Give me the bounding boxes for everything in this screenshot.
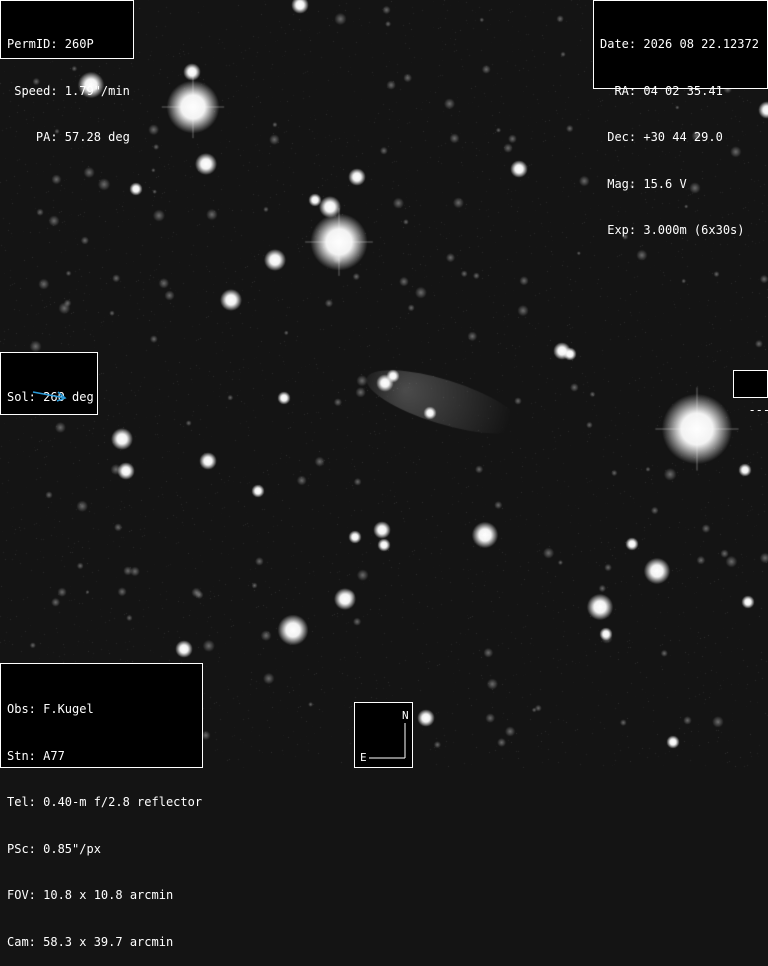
compass-north-label: N bbox=[402, 709, 409, 722]
compass-east-label: E bbox=[360, 751, 367, 764]
pixel-scale-text: PSc: 0.85"/px bbox=[7, 841, 101, 856]
position-angle-text: PA: 57.28 deg bbox=[7, 130, 130, 144]
arrow-right-icon bbox=[32, 391, 67, 402]
camera-field-text: Cam: 58.3 x 39.7 arcmin bbox=[7, 934, 174, 949]
field-of-view-text: FOV: 10.8 x 10.8 arcmin bbox=[7, 888, 174, 902]
magnitude-text: Mag: 15.6 V bbox=[600, 176, 687, 191]
side-marker-text: --- bbox=[748, 403, 768, 417]
telescope-text: Tel: 0.40-m f/2.8 reflector bbox=[7, 795, 203, 809]
ephemeris-panel: Date: 2026 08 22.12372 RA: 04 02 35.41 D… bbox=[593, 0, 768, 237]
observer-text: Obs: F.Kugel bbox=[7, 702, 94, 716]
date-text: Date: 2026 08 22.12372 bbox=[600, 37, 759, 51]
perm-id-text: PermID: 260P bbox=[7, 37, 94, 51]
dec-text: Dec: +30 44 29.0 bbox=[600, 130, 723, 144]
station-text: Stn: A77 bbox=[7, 748, 65, 763]
observatory-panel: Obs: F.Kugel Stn: A77 Tel: 0.40-m f/2.8 … bbox=[0, 663, 203, 949]
target-info-panel: PermID: 260P Speed: 1.79"/min PA: 57.28 … bbox=[0, 0, 134, 144]
speed-text: Speed: 1.79"/min bbox=[7, 83, 130, 98]
ra-text: RA: 04 02 35.41 bbox=[600, 83, 723, 98]
solar-direction-panel: Sol: 260 deg bbox=[0, 352, 98, 415]
exposure-text: Exp: 3.000m (6x30s) bbox=[600, 223, 745, 237]
orientation-compass: N E bbox=[354, 702, 413, 768]
side-marker-box: --- bbox=[733, 370, 768, 417]
